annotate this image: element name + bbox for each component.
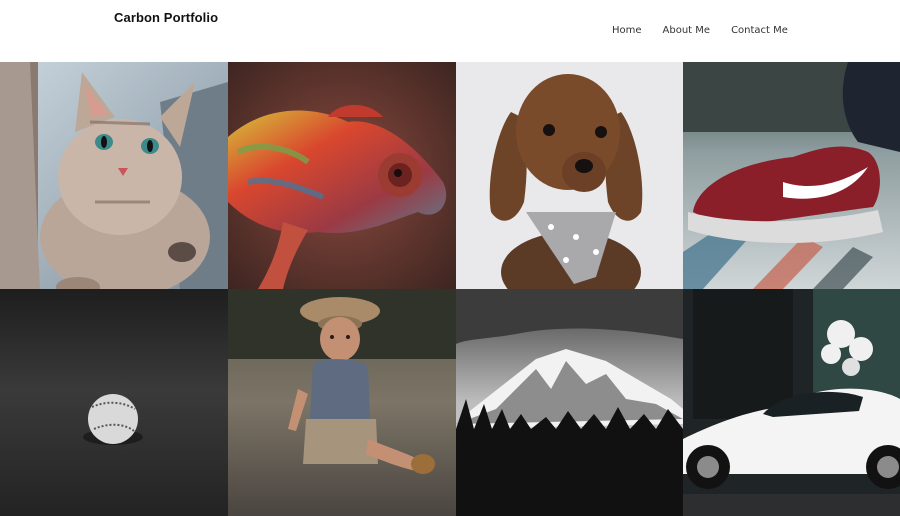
photo-mountain[interactable] (456, 289, 683, 516)
site-header: Carbon Portfolio Home About Me Contact M… (0, 0, 900, 62)
nav-about-link[interactable]: About Me (663, 25, 711, 36)
photo-cat[interactable] (0, 62, 228, 289)
nav-contact-link[interactable]: Contact Me (731, 25, 788, 36)
photo-baseball[interactable] (0, 289, 228, 516)
site-logo[interactable]: Carbon Portfolio (114, 10, 218, 25)
photo-dog[interactable] (456, 62, 683, 289)
photo-child[interactable] (228, 289, 456, 516)
photo-car[interactable] (683, 289, 900, 516)
nav-home-link[interactable]: Home (612, 25, 642, 36)
main-nav: Home About Me Contact Me (612, 25, 809, 36)
photo-chameleon[interactable] (228, 62, 456, 289)
photo-sneaker[interactable] (683, 62, 900, 289)
photo-grid (0, 62, 900, 516)
